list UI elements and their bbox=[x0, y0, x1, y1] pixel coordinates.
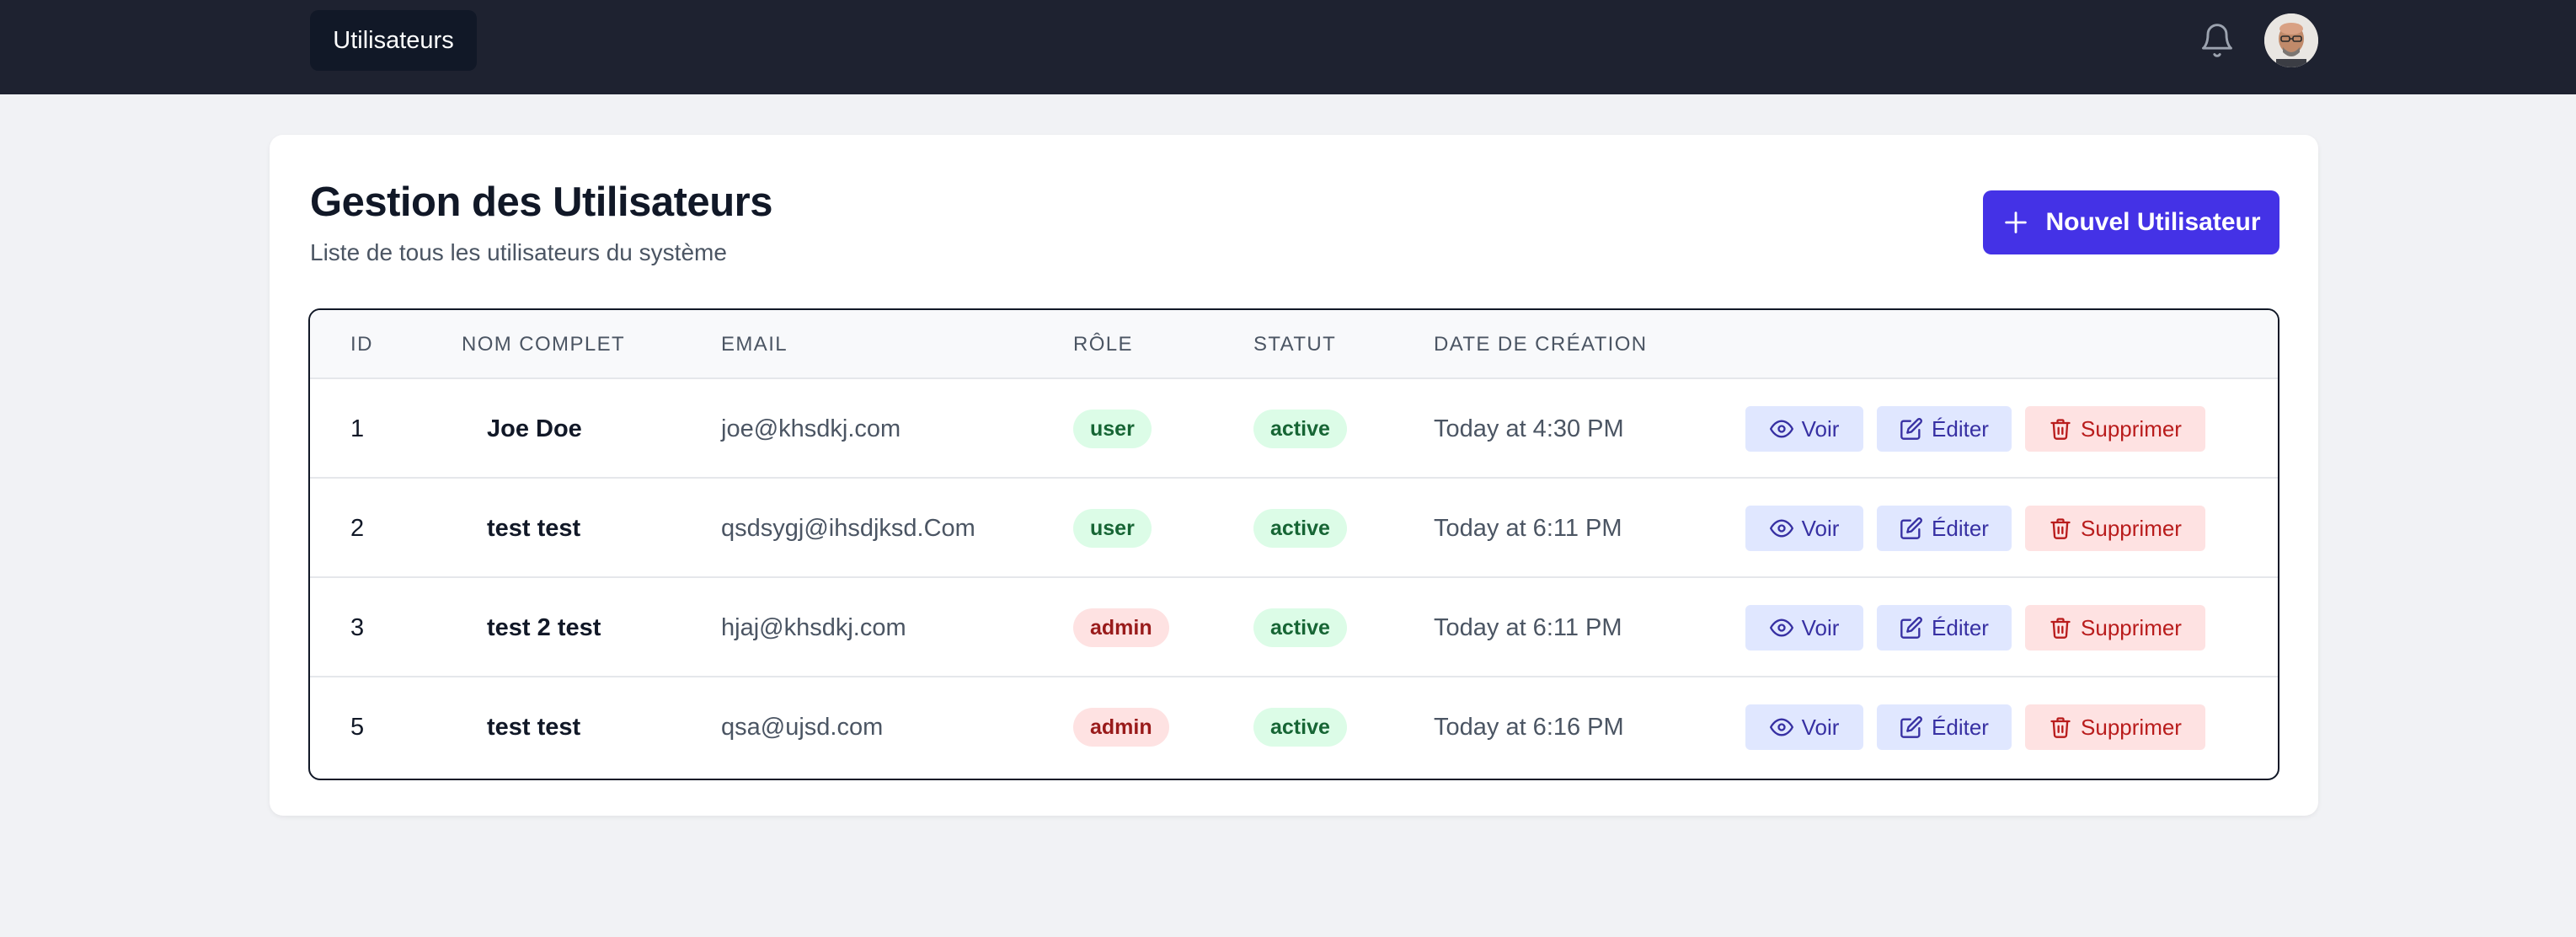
column-header-role: RÔLE bbox=[1073, 333, 1133, 356]
cell-date: Today at 4:30 PM bbox=[1434, 415, 1624, 442]
role-badge: user bbox=[1073, 509, 1152, 548]
cell-date: Today at 6:11 PM bbox=[1434, 514, 1622, 542]
delete-button-label: Supprimer bbox=[2081, 415, 2182, 442]
view-button-label: Voir bbox=[1801, 714, 1840, 740]
delete-button-label: Supprimer bbox=[2081, 714, 2182, 740]
table-row: 1 Joe Doe joe@khsdkj.com user active Tod… bbox=[310, 379, 2278, 479]
view-button[interactable]: Voir bbox=[1745, 506, 1863, 551]
cell-id: 5 bbox=[350, 713, 365, 741]
column-header-date: DATE DE CRÉATION bbox=[1434, 333, 1648, 356]
cell-email: joe@khsdkj.com bbox=[721, 415, 901, 442]
edit-button-label: Éditer bbox=[1932, 515, 1989, 541]
role-badge: admin bbox=[1073, 708, 1169, 747]
column-header-email: EMAIL bbox=[721, 333, 788, 356]
bell-icon[interactable] bbox=[2199, 22, 2236, 59]
edit-icon bbox=[1900, 617, 1922, 639]
trash-icon bbox=[2050, 717, 2071, 738]
cell-email: hjaj@khsdkj.com bbox=[721, 613, 906, 641]
view-button[interactable]: Voir bbox=[1745, 605, 1863, 651]
row-actions: Voir Éditer Supprimer bbox=[1745, 578, 2205, 677]
edit-button[interactable]: Éditer bbox=[1877, 704, 2012, 750]
edit-icon bbox=[1900, 418, 1922, 440]
edit-button-label: Éditer bbox=[1932, 714, 1989, 740]
nav-tab-utilisateurs[interactable]: Utilisateurs bbox=[310, 10, 477, 71]
cell-date: Today at 6:11 PM bbox=[1434, 613, 1622, 641]
trash-icon bbox=[2050, 518, 2071, 539]
status-badge: active bbox=[1253, 708, 1347, 747]
cell-name: test test bbox=[487, 713, 581, 741]
cell-id: 3 bbox=[350, 613, 365, 641]
edit-button[interactable]: Éditer bbox=[1877, 506, 2012, 551]
cell-name: Joe Doe bbox=[487, 415, 582, 442]
view-button-label: Voir bbox=[1801, 614, 1840, 640]
page-title: Gestion des Utilisateurs bbox=[310, 179, 772, 225]
delete-button[interactable]: Supprimer bbox=[2025, 704, 2205, 750]
eye-icon bbox=[1769, 618, 1793, 637]
edit-button-label: Éditer bbox=[1932, 614, 1989, 640]
row-actions: Voir Éditer Supprimer bbox=[1745, 479, 2205, 578]
table-row: 5 test test qsa@ujsd.com admin active To… bbox=[310, 677, 2278, 777]
role-badge: admin bbox=[1073, 608, 1169, 647]
delete-button[interactable]: Supprimer bbox=[2025, 605, 2205, 651]
status-badge: active bbox=[1253, 410, 1347, 448]
cell-email: qsdsygj@ihsdjksd.Com bbox=[721, 514, 975, 542]
edit-button-label: Éditer bbox=[1932, 415, 1989, 442]
eye-icon bbox=[1769, 519, 1793, 538]
row-actions: Voir Éditer Supprimer bbox=[1745, 379, 2205, 479]
new-user-button-label: Nouvel Utilisateur bbox=[2045, 208, 2261, 236]
view-button-label: Voir bbox=[1801, 415, 1840, 442]
view-button-label: Voir bbox=[1801, 515, 1840, 541]
delete-button[interactable]: Supprimer bbox=[2025, 506, 2205, 551]
column-header-id: ID bbox=[350, 333, 373, 356]
edit-icon bbox=[1900, 716, 1922, 738]
table-row: 3 test 2 test hjaj@khsdkj.com admin acti… bbox=[310, 578, 2278, 677]
eye-icon bbox=[1769, 420, 1793, 438]
status-badge: active bbox=[1253, 509, 1347, 548]
cell-id: 2 bbox=[350, 514, 365, 542]
table-row: 2 test test qsdsygj@ihsdjksd.Com user ac… bbox=[310, 479, 2278, 578]
plus-icon bbox=[2005, 211, 2028, 233]
cell-date: Today at 6:16 PM bbox=[1434, 713, 1624, 741]
row-actions: Voir Éditer Supprimer bbox=[1745, 677, 2205, 777]
delete-button-label: Supprimer bbox=[2081, 614, 2182, 640]
edit-icon bbox=[1900, 517, 1922, 539]
trash-icon bbox=[2050, 419, 2071, 440]
view-button[interactable]: Voir bbox=[1745, 704, 1863, 750]
user-avatar[interactable] bbox=[2264, 13, 2318, 67]
users-card: Gestion des Utilisateurs Liste de tous l… bbox=[270, 135, 2318, 816]
cell-name: test test bbox=[487, 514, 581, 542]
table-header: ID NOM COMPLET EMAIL RÔLE STATUT DATE DE… bbox=[310, 310, 2278, 379]
new-user-button[interactable]: Nouvel Utilisateur bbox=[1983, 190, 2279, 254]
column-header-status: STATUT bbox=[1253, 333, 1337, 356]
cell-email: qsa@ujsd.com bbox=[721, 713, 884, 741]
page-subtitle: Liste de tous les utilisateurs du systèm… bbox=[310, 239, 727, 265]
cell-name: test 2 test bbox=[487, 613, 601, 641]
top-navbar: Utilisateurs bbox=[0, 0, 2576, 94]
edit-button[interactable]: Éditer bbox=[1877, 406, 2012, 452]
delete-button-label: Supprimer bbox=[2081, 515, 2182, 541]
status-badge: active bbox=[1253, 608, 1347, 647]
delete-button[interactable]: Supprimer bbox=[2025, 406, 2205, 452]
column-header-name: NOM COMPLET bbox=[462, 333, 626, 356]
edit-button[interactable]: Éditer bbox=[1877, 605, 2012, 651]
cell-id: 1 bbox=[350, 415, 365, 442]
users-table: ID NOM COMPLET EMAIL RÔLE STATUT DATE DE… bbox=[308, 308, 2279, 780]
eye-icon bbox=[1769, 718, 1793, 736]
trash-icon bbox=[2050, 618, 2071, 639]
role-badge: user bbox=[1073, 410, 1152, 448]
view-button[interactable]: Voir bbox=[1745, 406, 1863, 452]
